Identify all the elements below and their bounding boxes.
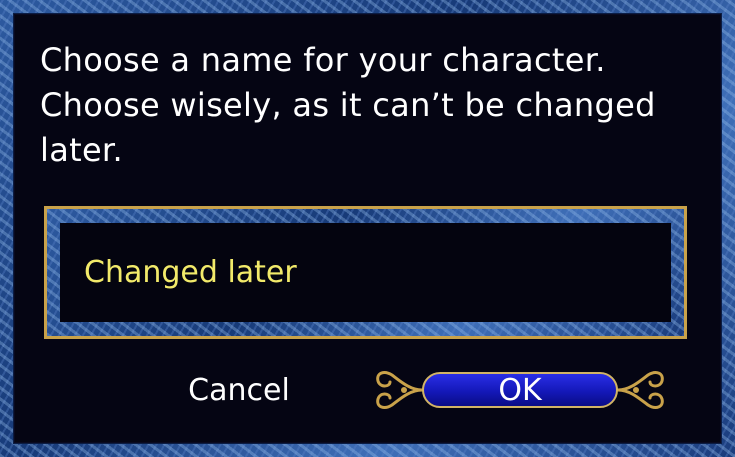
dialog-prompt: Choose a name for your character. Choose… (40, 38, 710, 173)
cancel-button[interactable]: Cancel (164, 366, 314, 414)
name-input-frame (44, 206, 687, 339)
prompt-line-3: later. (40, 131, 123, 169)
character-name-input[interactable] (60, 223, 671, 322)
ok-button[interactable]: OK (422, 372, 618, 408)
dialog-panel: Choose a name for your character. Choose… (14, 14, 721, 443)
prompt-line-2: Choose wisely, as it can’t be changed (40, 86, 656, 124)
prompt-line-1: Choose a name for your character. (40, 41, 606, 79)
character-name-dialog: Choose a name for your character. Choose… (0, 0, 735, 457)
ok-button-group: OK (370, 361, 670, 419)
